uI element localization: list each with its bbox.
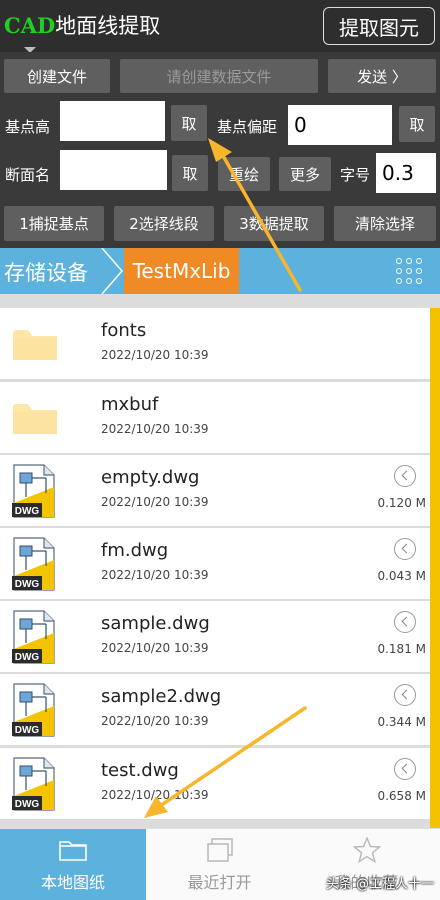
file-date: 2022/10/20 10:39 (101, 348, 209, 362)
dwg-file-icon: DWG (12, 757, 55, 811)
file-name: fonts (101, 320, 147, 341)
base-offset-input[interactable]: 0 (288, 105, 392, 145)
base-height-input[interactable] (60, 101, 165, 141)
app-title-text: 地面线提取 (55, 14, 161, 38)
breadcrumb-separator-icon (101, 248, 123, 294)
dwg-file-icon: DWG (12, 683, 55, 737)
take-base-height-button[interactable]: 取 (171, 105, 207, 141)
watermark: 头条 @工程人十一 (325, 877, 434, 892)
section-name-label: 断面名 (5, 166, 51, 184)
base-offset-label: 基点偏距 (217, 118, 278, 136)
file-row[interactable]: DWG sample.dwg 2022/10/20 10:39 0.181 M (0, 601, 430, 672)
breadcrumb-root[interactable]: 存储设备 (4, 257, 88, 287)
file-date: 2022/10/20 10:39 (101, 495, 209, 509)
nav-local-drawings[interactable]: 本地图纸 (0, 829, 146, 900)
recent-files-icon (206, 838, 233, 862)
dwg-file-icon: DWG (12, 464, 55, 518)
bottom-nav: 本地图纸 最近打开 我的收藏 头条 @工程人十一 (0, 828, 440, 900)
file-size: 0.658 M (377, 789, 426, 803)
data-file-selector[interactable]: 请创建数据文件 (120, 59, 318, 93)
file-name: sample.dwg (101, 613, 210, 634)
star-icon (352, 837, 381, 863)
file-name: test.dwg (101, 760, 179, 781)
extract-data-button[interactable]: 3数据提取 (224, 206, 324, 241)
file-date: 2022/10/20 10:39 (101, 568, 209, 582)
base-height-label: 基点高 (5, 118, 51, 136)
file-date: 2022/10/20 10:39 (101, 788, 209, 802)
dwg-file-icon: DWG (12, 610, 55, 664)
file-size: 0.181 M (377, 642, 426, 656)
file-date: 2022/10/20 10:39 (101, 714, 209, 728)
dwg-file-icon: DWG (12, 537, 55, 591)
breadcrumb-current[interactable]: TestMxLib (124, 248, 239, 294)
file-list: fonts 2022/10/20 10:39 mxbuf 2022/10/20 10:… (0, 308, 440, 828)
file-name: fm.dwg (101, 540, 169, 561)
scrollbar[interactable] (430, 308, 440, 828)
select-segment-button[interactable]: 2选择线段 (114, 206, 214, 241)
file-date: 2022/10/20 10:39 (101, 422, 209, 436)
file-row[interactable]: DWG fm.dwg 2022/10/20 10:39 0.043 M (0, 528, 430, 599)
chevron-left-icon[interactable] (394, 684, 416, 706)
toolbar: 创建文件 请创建数据文件 发送 〉 基点高 取 基点偏距 0 取 断面名 取 重… (0, 52, 440, 248)
app-title: CAD地面线提取 (4, 10, 160, 40)
file-row[interactable]: DWG sample2.dwg 2022/10/20 10:39 0.344 M (0, 674, 430, 745)
grid-view-icon[interactable] (396, 258, 422, 284)
nav-local-label: 本地图纸 (40, 873, 105, 892)
font-size-input[interactable]: 0.3 (376, 153, 436, 193)
file-date: 2022/10/20 10:39 (101, 641, 209, 655)
folder-icon (13, 404, 57, 434)
send-button[interactable]: 发送 〉 (328, 59, 436, 93)
nav-recent-label: 最近打开 (187, 873, 252, 892)
nav-recent[interactable]: 最近打开 (146, 829, 293, 900)
app-header: CAD地面线提取 提取图元 (0, 0, 440, 53)
app-title-brand: CAD (4, 13, 56, 38)
dwg-badge-text: DWG (15, 506, 40, 517)
folder-icon (13, 330, 57, 360)
file-row[interactable]: fonts 2022/10/20 10:39 (0, 308, 430, 379)
chevron-left-icon[interactable] (394, 611, 416, 633)
chevron-left-icon[interactable] (394, 758, 416, 780)
more-button[interactable]: 更多 (279, 157, 331, 191)
dwg-badge-text: DWG (15, 799, 40, 810)
section-name-input[interactable] (60, 150, 167, 190)
file-row[interactable]: DWG test.dwg 2022/10/20 10:39 0.658 M (0, 748, 430, 819)
extract-entities-button[interactable]: 提取图元 (323, 7, 435, 45)
chevron-left-icon[interactable] (394, 538, 416, 560)
capture-base-point-button[interactable]: 1捕捉基点 (4, 206, 104, 241)
file-size: 0.043 M (377, 569, 426, 583)
clear-selection-button[interactable]: 清除选择 (334, 206, 436, 241)
breadcrumb: 存储设备 TestMxLib (0, 248, 440, 294)
take-base-offset-button[interactable]: 取 (399, 106, 435, 142)
file-row[interactable]: DWG empty.dwg 2022/10/20 10:39 0.120 M (0, 455, 430, 526)
file-name: mxbuf (101, 394, 159, 415)
file-name: empty.dwg (101, 467, 200, 488)
file-name: sample2.dwg (101, 686, 222, 707)
dwg-badge-text: DWG (15, 652, 40, 663)
file-row[interactable]: mxbuf 2022/10/20 10:39 (0, 382, 430, 453)
dwg-badge-text: DWG (15, 725, 40, 736)
redraw-button[interactable]: 重绘 (218, 157, 270, 191)
file-size: 0.120 M (377, 496, 426, 510)
create-file-button[interactable]: 创建文件 (4, 59, 110, 93)
font-size-label: 字号 (340, 166, 371, 184)
chevron-left-icon[interactable] (394, 465, 416, 487)
take-section-name-button[interactable]: 取 (172, 155, 208, 191)
dwg-badge-text: DWG (15, 579, 40, 590)
folder-outline-icon (59, 841, 87, 861)
file-size: 0.344 M (377, 715, 426, 729)
